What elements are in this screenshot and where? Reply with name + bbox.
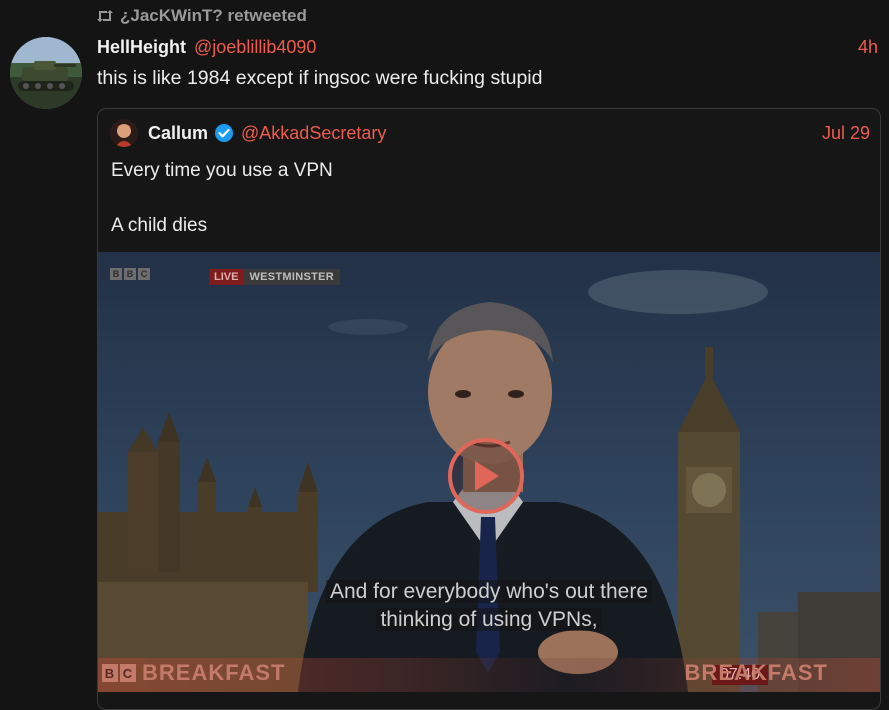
programme-banner: B C BREAKFAST 07:40 BREAKFAST <box>98 658 880 692</box>
author-handle[interactable]: @joeblillib4090 <box>194 37 316 58</box>
retweet-icon <box>97 10 113 22</box>
quote-header: Callum @AkkadSecretary Jul 29 <box>110 119 870 147</box>
retweet-banner: ¿JacKWinT? retweeted <box>96 6 307 26</box>
quote-text-line-2: A child dies <box>111 215 208 236</box>
bbc-logo: B B C <box>110 268 150 280</box>
bbc-letter: B <box>102 664 118 682</box>
bbc-letter: B <box>124 268 136 280</box>
quote-timestamp[interactable]: Jul 29 <box>822 123 870 144</box>
quote-text-line-1: Every time you use a VPN <box>111 160 333 181</box>
live-tag: LIVE WESTMINSTER <box>209 269 341 285</box>
quoted-tweet[interactable]: Callum @AkkadSecretary Jul 29 Every time… <box>97 108 881 710</box>
breakfast-label: BREAKFAST <box>142 660 286 685</box>
quote-handle[interactable]: @AkkadSecretary <box>241 123 386 144</box>
author-display-name[interactable]: HellHeight <box>97 37 186 58</box>
video-player[interactable]: B B C LIVE WESTMINSTER And for everybody… <box>98 252 880 692</box>
breakfast-left: B C BREAKFAST <box>102 660 285 686</box>
bbc-letter: B <box>110 268 122 280</box>
play-icon <box>475 461 499 491</box>
tweet-timestamp[interactable]: 4h <box>858 37 878 58</box>
video-subtitle-line-2: thinking of using VPNs, <box>98 606 880 633</box>
quote-display-name[interactable]: Callum <box>148 123 208 144</box>
subtitle-text: thinking of using VPNs, <box>376 608 602 631</box>
bbc-mini-logo: B C <box>102 664 136 682</box>
subtitle-text: And for everybody who's out there <box>325 580 653 603</box>
bbc-letter: C <box>120 664 136 682</box>
avatar[interactable] <box>10 37 82 109</box>
retweet-text: ¿JacKWinT? retweeted <box>120 6 307 25</box>
tweet-body: this is like 1984 except if ingsoc were … <box>97 67 543 89</box>
verified-badge-icon <box>214 123 234 143</box>
tweet-header: HellHeight @joeblillib4090 4h <box>97 35 879 59</box>
live-label: LIVE <box>209 269 244 285</box>
bbc-letter: C <box>138 268 150 280</box>
play-button[interactable] <box>448 438 524 514</box>
quote-avatar[interactable] <box>110 119 138 147</box>
location-label: WESTMINSTER <box>243 269 341 285</box>
video-subtitle-line-1: And for everybody who's out there <box>98 578 880 605</box>
breakfast-right: BREAKFAST <box>684 660 828 685</box>
